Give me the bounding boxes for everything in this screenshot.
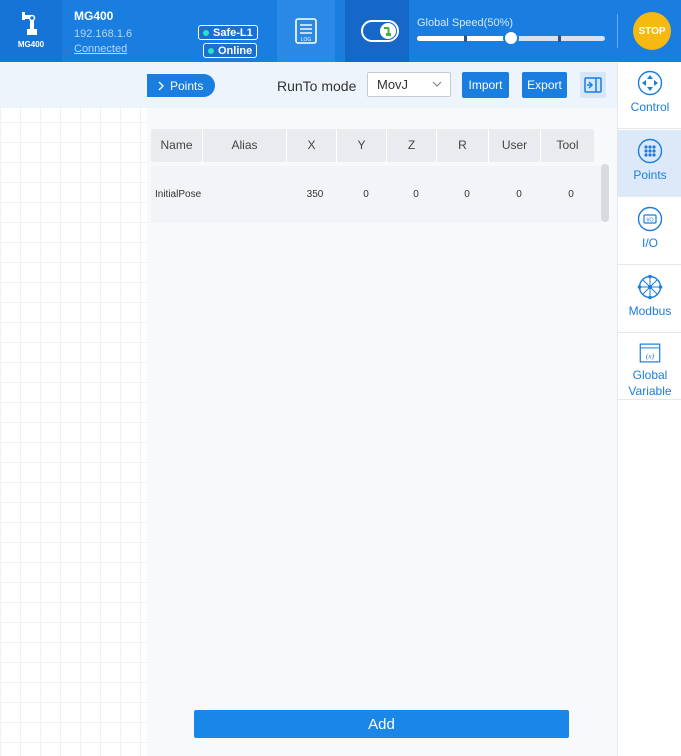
cell-y: 0	[363, 189, 369, 200]
safety-level-label: Safe-L1	[213, 26, 253, 39]
column-header-name[interactable]: Name	[151, 129, 203, 162]
table-row[interactable]: InitialPose 350 0 0 0 0 0	[151, 166, 601, 223]
cell-tool: 0	[568, 189, 574, 200]
cell-r: 0	[464, 189, 470, 200]
runto-mode-label: RunTo mode	[277, 78, 357, 94]
column-header-tool[interactable]: Tool	[541, 129, 594, 162]
slider-thumb[interactable]	[503, 30, 519, 46]
chevron-right-icon	[158, 81, 164, 90]
svg-text:LOG: LOG	[301, 37, 312, 43]
global-speed-slider[interactable]	[417, 30, 605, 46]
robot-model-label: MG400	[17, 40, 45, 49]
points-panel-tab[interactable]: Points	[147, 74, 215, 97]
log-icon: LOG	[295, 18, 317, 44]
points-toolbar: Points RunTo mode MovJ Import Export	[147, 62, 617, 108]
points-panel: Points RunTo mode MovJ Import Export Nam…	[147, 62, 617, 756]
sidebar-item-global-variable[interactable]: (x) Global Variable	[618, 334, 681, 400]
chevron-down-icon	[432, 81, 442, 87]
collapse-panel-button[interactable]	[580, 72, 606, 98]
header-divider	[617, 14, 618, 48]
table-scrollbar[interactable]	[601, 164, 609, 222]
cell-name: InitialPose	[155, 189, 202, 200]
io-icon: I/O	[637, 206, 663, 232]
column-header-x[interactable]: X	[287, 129, 337, 162]
global-speed-label: Global Speed(50%)	[417, 17, 514, 29]
import-button[interactable]: Import	[462, 72, 509, 98]
collapse-panel-icon	[584, 77, 602, 93]
log-button[interactable]: LOG	[277, 0, 335, 62]
svg-text:I/O: I/O	[646, 218, 654, 224]
robot-badge[interactable]: MG400	[0, 0, 62, 62]
sidebar-item-label: Points	[633, 168, 667, 182]
robot-arm-icon	[22, 12, 37, 35]
sidebar-item-io[interactable]: I/O I/O	[618, 198, 681, 265]
toggle-knob	[380, 23, 396, 39]
cell-user: 0	[516, 189, 522, 200]
online-status-badge: Online	[203, 43, 258, 58]
modbus-icon	[637, 274, 663, 300]
status-dot-icon	[208, 47, 214, 54]
cell-alias	[211, 166, 287, 223]
column-header-y[interactable]: Y	[337, 129, 387, 162]
column-header-z[interactable]: Z	[387, 129, 437, 162]
online-status-label: Online	[218, 44, 253, 57]
add-point-button[interactable]: Add	[194, 710, 569, 738]
column-header-r[interactable]: R	[437, 129, 489, 162]
slider-tick	[464, 35, 467, 42]
status-dot-icon	[203, 29, 209, 36]
enable-toggle-block	[345, 0, 409, 62]
connection-status-link[interactable]: Connected	[74, 43, 127, 55]
slider-tick	[558, 35, 561, 42]
runto-mode-select[interactable]: MovJ	[367, 72, 451, 97]
control-icon	[637, 70, 663, 96]
sidebar-item-label: Global Variable	[628, 368, 672, 398]
cell-x: 350	[306, 189, 324, 200]
sidebar-item-label: Control	[630, 100, 670, 114]
runto-mode-value: MovJ	[377, 77, 409, 92]
sidebar-item-modbus[interactable]: Modbus	[618, 266, 681, 333]
points-icon	[637, 138, 663, 164]
sidebar-item-label: Modbus	[628, 304, 672, 318]
sidebar-item-points[interactable]: Points	[618, 130, 681, 197]
svg-text:(x): (x)	[646, 352, 655, 361]
emergency-stop-button[interactable]: STOP	[633, 12, 671, 50]
device-name: MG400	[74, 9, 114, 23]
workspace-grid	[0, 62, 147, 756]
sidebar-item-control[interactable]: Control	[618, 62, 681, 129]
safety-level-badge[interactable]: Safe-L1	[198, 25, 258, 40]
sidebar-item-label: I/O	[641, 236, 658, 250]
table-header: Name Alias X Y Z R User Tool	[151, 129, 594, 162]
export-button[interactable]: Export	[522, 72, 567, 98]
column-header-alias[interactable]: Alias	[203, 129, 287, 162]
top-bar: MG400 MG400 192.168.1.6 Connected Safe-L…	[0, 0, 681, 62]
robot-arm-icon	[384, 27, 391, 36]
right-sidebar: Control Points I/O I/O Modbus (x) Global…	[617, 62, 681, 756]
points-tab-label: Points	[170, 78, 204, 93]
robot-enable-toggle[interactable]	[361, 20, 399, 42]
column-header-user[interactable]: User	[489, 129, 541, 162]
workspace-toolbar-strip	[0, 62, 147, 108]
global-variable-icon: (x)	[639, 343, 661, 363]
device-ip: 192.168.1.6	[74, 28, 133, 40]
cell-z: 0	[413, 189, 419, 200]
